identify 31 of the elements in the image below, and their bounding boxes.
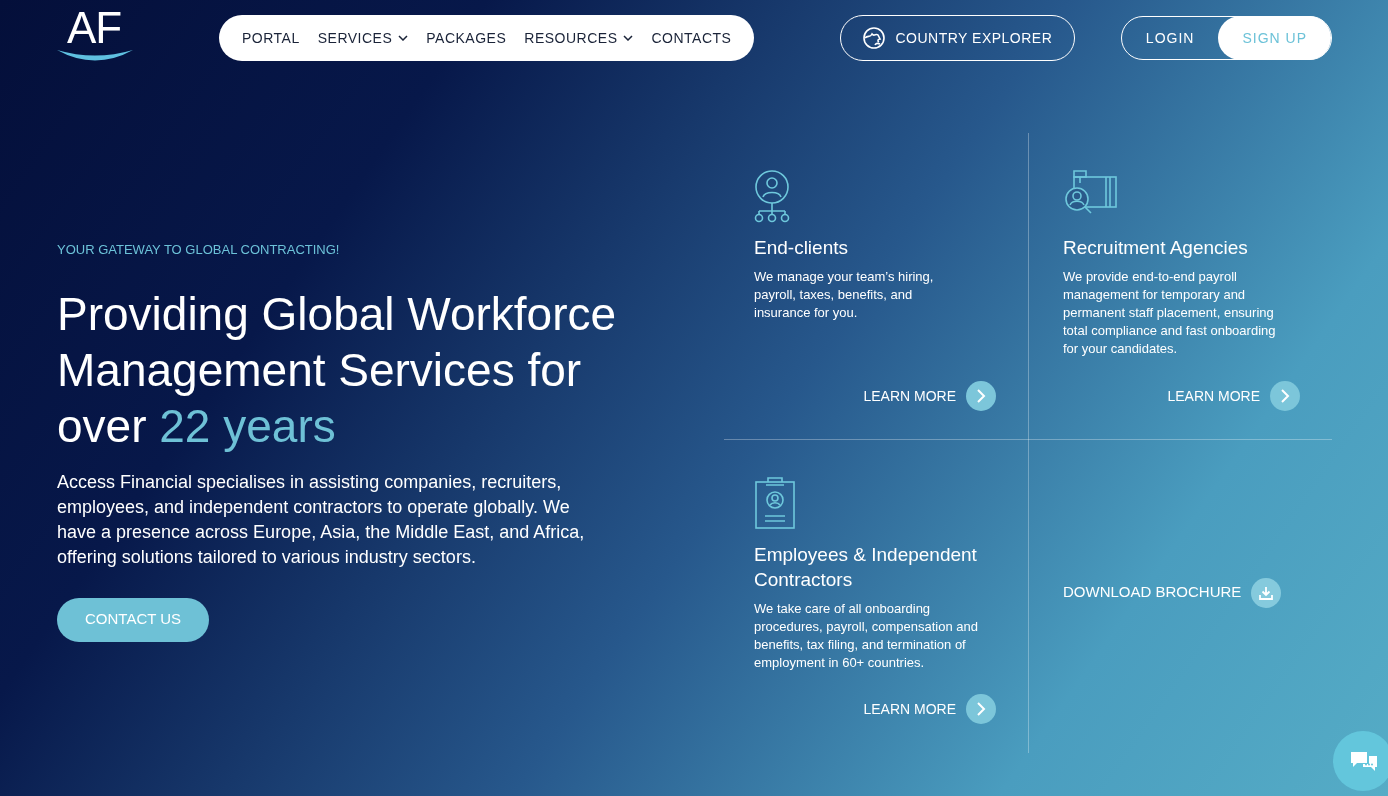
card-description: We take care of all onboarding procedures, payroll, compensation and benefits, tax filing, and termination of employment in 60+ countries. bbox=[754, 600, 980, 672]
chevron-right-icon bbox=[1270, 381, 1300, 411]
download-icon bbox=[1251, 577, 1282, 608]
nav-link[interactable]: PACKAGES bbox=[426, 27, 507, 49]
learn-more-link[interactable]: LEARN MORE bbox=[1167, 381, 1300, 411]
card-title: Recruitment Agencies bbox=[1063, 236, 1249, 260]
card-description: We provide end-to-end payroll management for temporary and permanent staff placement, ensuring total compliance and fast onboarding for your candidates. bbox=[1063, 268, 1277, 358]
hero-heading: Providing Global Workforce Management Services for over 22 years bbox=[57, 286, 618, 454]
logo[interactable]: AF bbox=[57, 11, 133, 61]
globe-icon bbox=[863, 27, 886, 49]
nav-link[interactable]: CONTACTS bbox=[651, 27, 732, 49]
nav-link[interactable]: SERVICES bbox=[317, 27, 409, 49]
chevron-right-icon bbox=[966, 381, 996, 411]
learn-more-link[interactable]: LEARN MORE bbox=[863, 381, 996, 411]
card-title: Employees & Independent Contractors bbox=[754, 543, 978, 592]
hero-description: Access Financial specialises in assisting companies, recruiters, employees, and independent contractors to operate globally. We have a presence across Europe, Asia, the Middle East, and Africa, offering solutions tailored to various industry sectors. bbox=[57, 470, 586, 569]
chevron-right-icon bbox=[966, 694, 996, 724]
chevron-down-icon bbox=[623, 35, 634, 41]
hero-eyebrow: YOUR GATEWAY TO GLOBAL CONTRACTING! bbox=[57, 241, 341, 259]
card-title: End-clients bbox=[754, 236, 849, 260]
nav-link[interactable]: RESOURCES bbox=[524, 27, 634, 49]
card-description: We manage your team’s hiring, payroll, taxes, benefits, and insurance for you. bbox=[754, 268, 935, 322]
briefcase-search-icon bbox=[1063, 169, 1117, 215]
learn-more-link[interactable]: LEARN MORE bbox=[863, 694, 996, 724]
chat-icon bbox=[1349, 749, 1379, 773]
nav-link[interactable]: PORTAL bbox=[242, 27, 300, 49]
clipboard-profile-icon bbox=[754, 476, 796, 530]
chat-button[interactable] bbox=[1333, 731, 1388, 791]
chevron-down-icon bbox=[398, 35, 409, 41]
person-network-icon bbox=[754, 169, 790, 223]
login-button[interactable]: LOGIN bbox=[1121, 16, 1219, 60]
